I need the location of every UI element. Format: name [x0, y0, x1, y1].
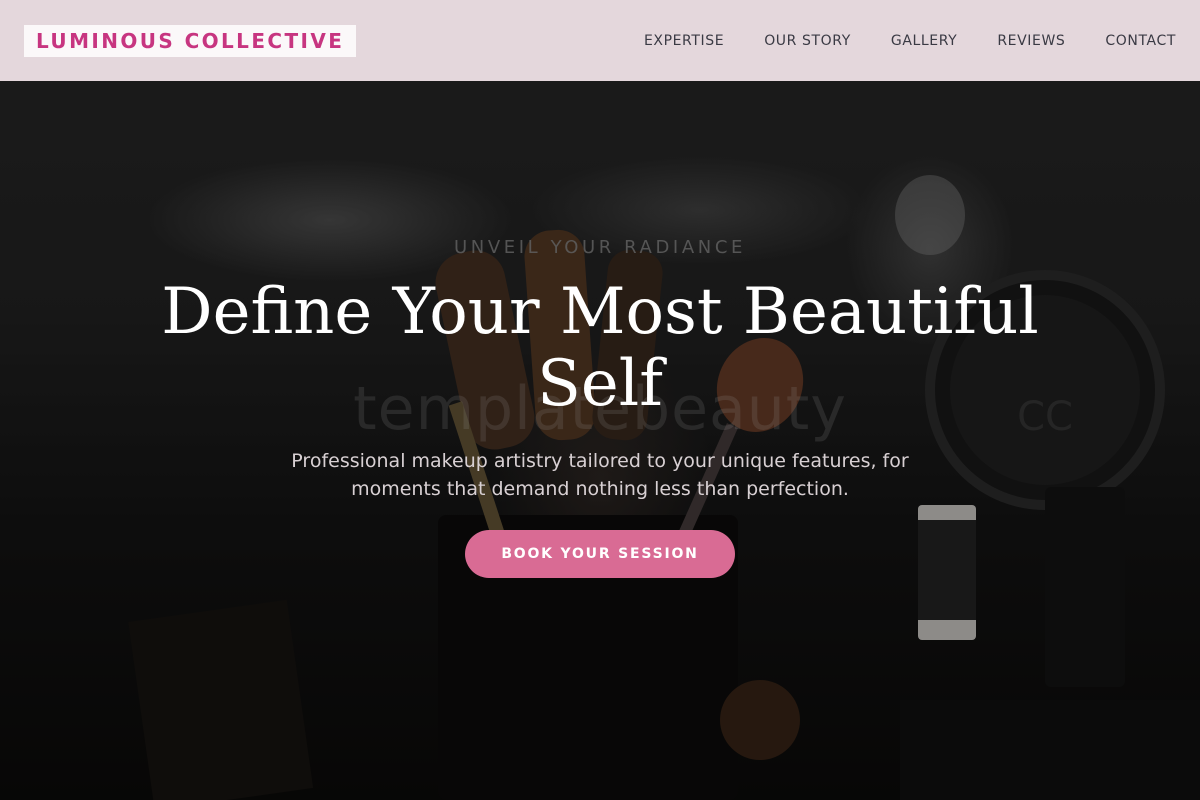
brand-logo[interactable]: LUMINOUS COLLECTIVE: [24, 24, 357, 57]
main-nav: EXPERTISE OUR STORY GALLERY REVIEWS CONT…: [604, 33, 1176, 49]
nav-link-contact[interactable]: CONTACT: [1105, 33, 1176, 49]
nav-link-reviews[interactable]: REVIEWS: [997, 33, 1065, 49]
hero-headline: Define Your Most Beautiful Self: [161, 275, 1039, 421]
hero-eyebrow: UNVEIL YOUR RADIANCE: [454, 237, 746, 258]
hero-section: UNVEIL YOUR RADIANCE templatebeauty Defi…: [0, 0, 1200, 800]
nav-link-gallery[interactable]: GALLERY: [891, 33, 957, 49]
nav-link-our-story[interactable]: OUR STORY: [764, 33, 851, 49]
book-session-button[interactable]: BOOK YOUR SESSION: [465, 530, 735, 578]
hero-subtext: Professional makeup artistry tailored to…: [291, 450, 909, 500]
site-header: LUMINOUS COLLECTIVE EXPERTISE OUR STORY …: [0, 0, 1200, 81]
nav-link-expertise[interactable]: EXPERTISE: [644, 33, 724, 49]
